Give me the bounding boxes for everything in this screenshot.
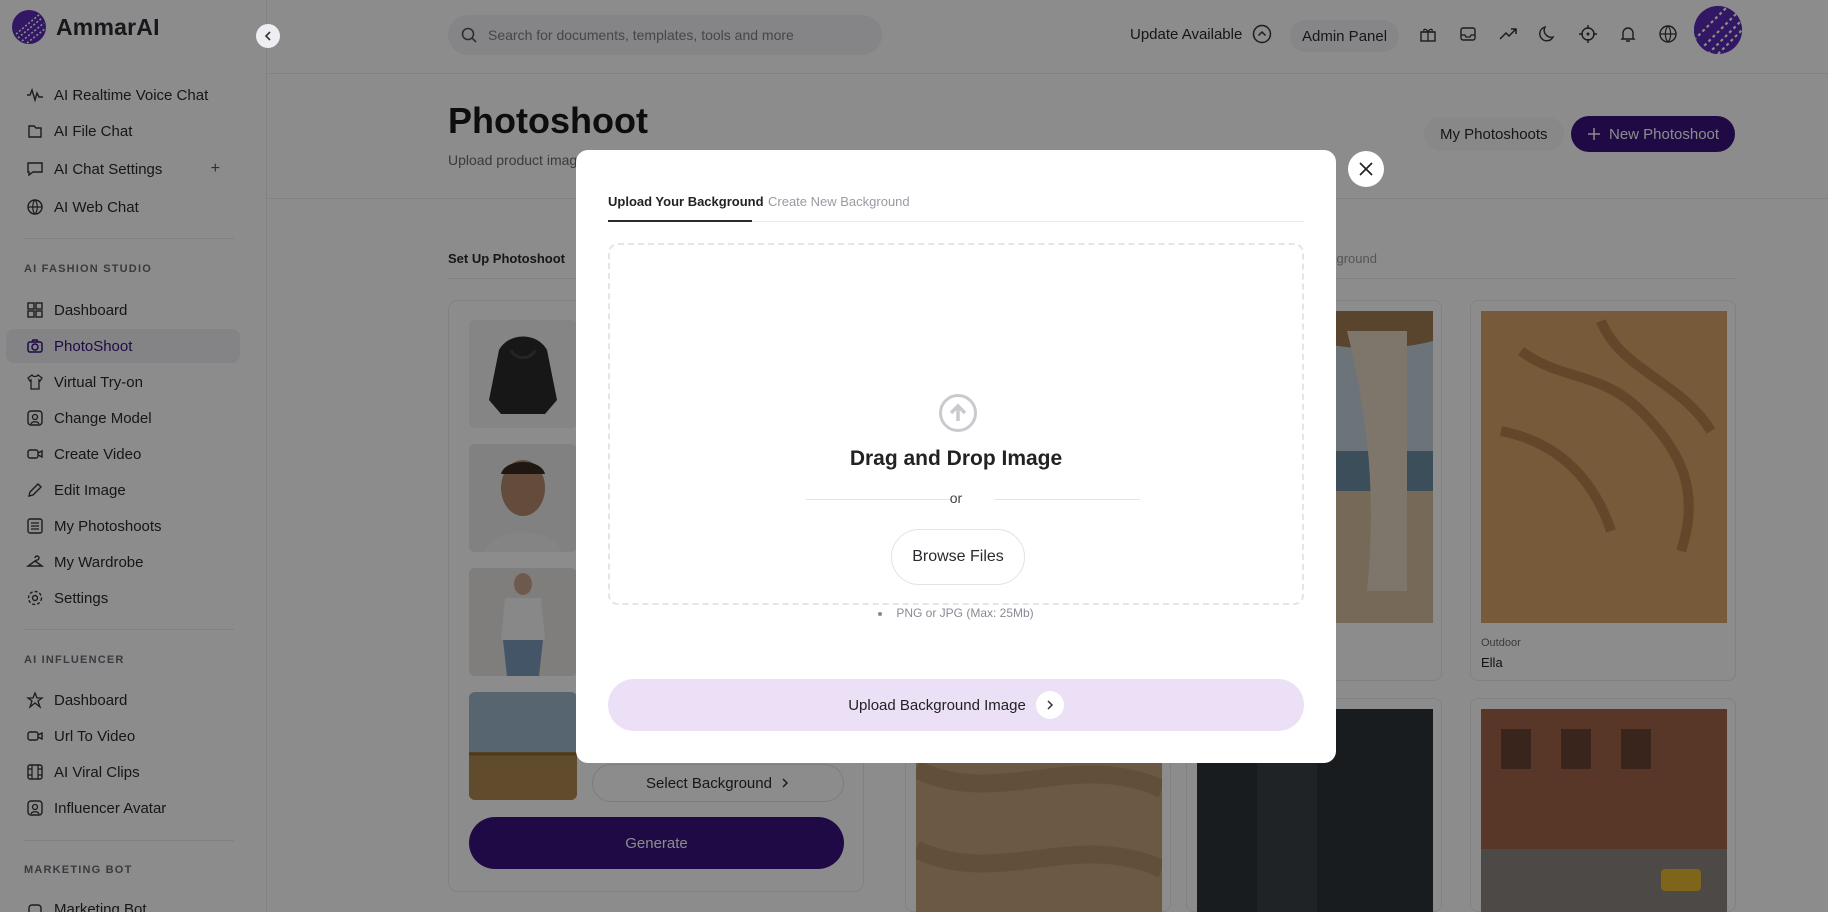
file-requirements-note: PNG or JPG (Max: 25Mb) [610, 606, 1302, 620]
upload-arrow-icon [939, 394, 977, 432]
tab-upload-your-background[interactable]: Upload Your Background [608, 194, 764, 209]
file-requirements-text: PNG or JPG (Max: 25Mb) [896, 606, 1034, 620]
drop-zone[interactable]: Drag and Drop Image or Browse Files PNG … [608, 243, 1304, 620]
close-modal-button[interactable] [1348, 151, 1384, 187]
bullet-icon [878, 611, 883, 616]
or-divider-right [994, 499, 1140, 500]
upload-button-label: Upload Background Image [848, 696, 1026, 714]
tab-create-new-background[interactable]: Create New Background [768, 194, 910, 209]
sidebar-collapse-button[interactable] [256, 24, 280, 48]
active-tab-underline [608, 220, 752, 222]
upload-background-image-button[interactable]: Upload Background Image [608, 679, 1304, 731]
upload-background-modal: Upload Your Background Create New Backgr… [576, 150, 1336, 763]
or-text: or [949, 490, 963, 506]
chevron-right-icon [1035, 691, 1064, 719]
chevron-left-icon [264, 31, 271, 41]
browse-files-button[interactable]: Browse Files [891, 529, 1025, 585]
drop-zone-title: Drag and Drop Image [849, 447, 1063, 470]
close-icon [1359, 162, 1373, 176]
